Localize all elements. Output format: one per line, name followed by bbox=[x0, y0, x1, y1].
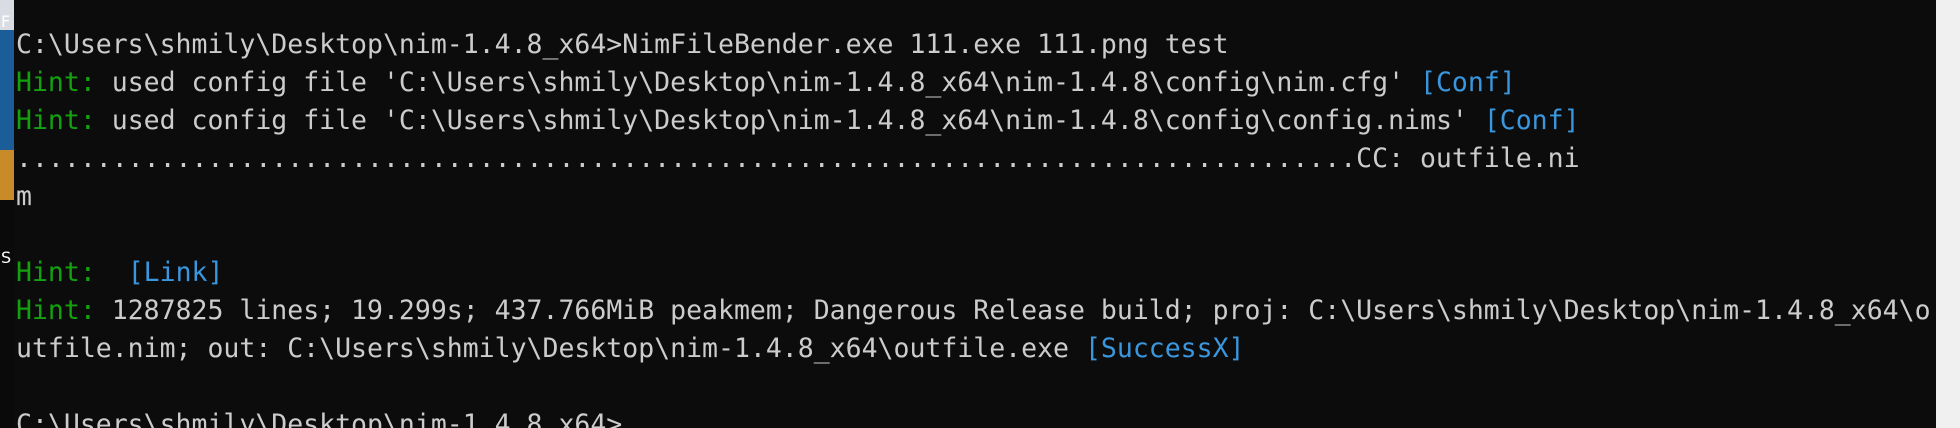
window-right-border bbox=[1936, 0, 1960, 428]
link-tag: [Link] bbox=[127, 257, 224, 288]
desktop-background-strip: F S bbox=[0, 0, 14, 428]
console-line-hint-summary: Hint: 1287825 lines; 19.299s; 437.766MiB… bbox=[16, 295, 1931, 326]
hint-label: Hint: bbox=[16, 257, 96, 288]
hint-label: Hint: bbox=[16, 295, 96, 326]
console-line-summary-wrap: utfile.nim; out: C:\Users\shmily\Desktop… bbox=[16, 333, 1245, 364]
console-output-area[interactable]: C:\Users\shmily\Desktop\nim-1.4.8_x64>Ni… bbox=[14, 0, 1936, 428]
console-line-hint-config-nims: Hint: used config file 'C:\Users\shmily\… bbox=[16, 105, 1580, 136]
success-tag: [SuccessX] bbox=[1084, 333, 1245, 364]
hint-label: Hint: bbox=[16, 105, 96, 136]
desktop-icon-fragment-top: F bbox=[1, 12, 11, 31]
console-prompt[interactable]: C:\Users\shmily\Desktop\nim-1.4.8_x64> bbox=[16, 406, 622, 428]
console-line-progress: ........................................… bbox=[16, 143, 1580, 174]
console-line-progress-wrap: m bbox=[16, 181, 32, 212]
conf-tag: [Conf] bbox=[1483, 105, 1580, 136]
conf-tag: [Conf] bbox=[1420, 67, 1516, 98]
desktop-icon-fragment-middle: S bbox=[1, 248, 12, 267]
console-line-hint-link: Hint: [Link] bbox=[16, 254, 223, 292]
hint-label: Hint: bbox=[16, 67, 96, 98]
console-line-hint-config-cfg: Hint: used config file 'C:\Users\shmily\… bbox=[16, 67, 1516, 98]
console-line-command: C:\Users\shmily\Desktop\nim-1.4.8_x64>Ni… bbox=[16, 29, 1229, 60]
